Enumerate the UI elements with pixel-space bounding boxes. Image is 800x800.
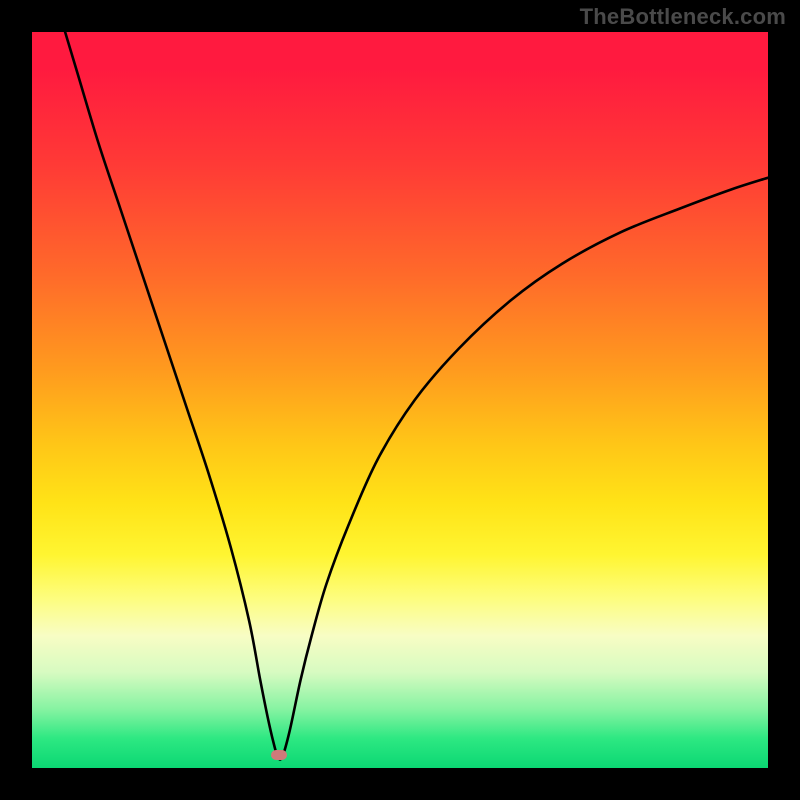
- plot-area: [32, 32, 768, 768]
- optimum-marker: [271, 750, 287, 760]
- watermark-text: TheBottleneck.com: [580, 4, 786, 30]
- bottleneck-curve: [32, 32, 768, 768]
- chart-frame: TheBottleneck.com: [0, 0, 800, 800]
